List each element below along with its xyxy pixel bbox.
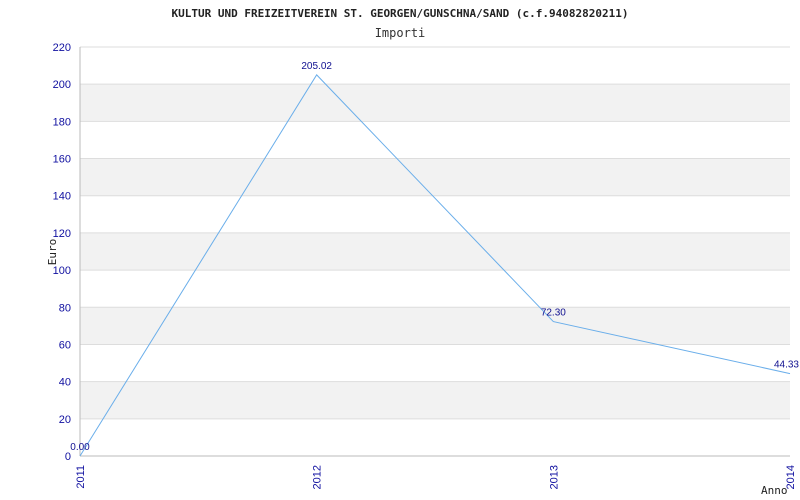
y-tick-label: 220 (53, 42, 71, 54)
grid-band (80, 232, 790, 271)
y-tick-label: 160 (53, 154, 71, 166)
chart-subtitle: Importi (375, 26, 426, 40)
y-tick-label: 100 (53, 265, 71, 277)
grid-band (80, 307, 790, 345)
data-label: 0.00 (70, 442, 90, 453)
data-label: 72.30 (541, 308, 566, 319)
y-tick-label: 120 (53, 228, 71, 240)
grid-band (80, 158, 790, 196)
y-tick-label: 40 (59, 377, 71, 389)
x-axis-label: Anno (761, 484, 788, 497)
x-tick-label: 2012 (312, 465, 324, 489)
y-tick-label: 20 (59, 414, 71, 426)
grid-bands (80, 84, 790, 419)
y-tick-label: 60 (59, 339, 71, 351)
grid-band (80, 84, 790, 122)
grid-band (80, 381, 790, 419)
y-axis-label: Euro (46, 239, 59, 266)
chart-title: KULTUR UND FREIZEITVEREIN ST. GEORGEN/GU… (172, 7, 629, 20)
y-tick-label: 180 (53, 116, 71, 128)
line-chart: 020406080100120140160180200220 2011 2012 2… (46, 7, 799, 497)
y-tick-label: 80 (59, 302, 71, 314)
x-tick-label: 2011 (75, 465, 87, 489)
x-tick-labels: 2011 2012 2013 2014 (75, 465, 797, 489)
data-label: 44.33 (774, 360, 799, 371)
y-tick-label: 200 (53, 79, 71, 91)
y-tick-label: 140 (53, 191, 71, 203)
data-label: 205.02 (301, 61, 332, 72)
x-tick-label: 2013 (548, 465, 560, 489)
